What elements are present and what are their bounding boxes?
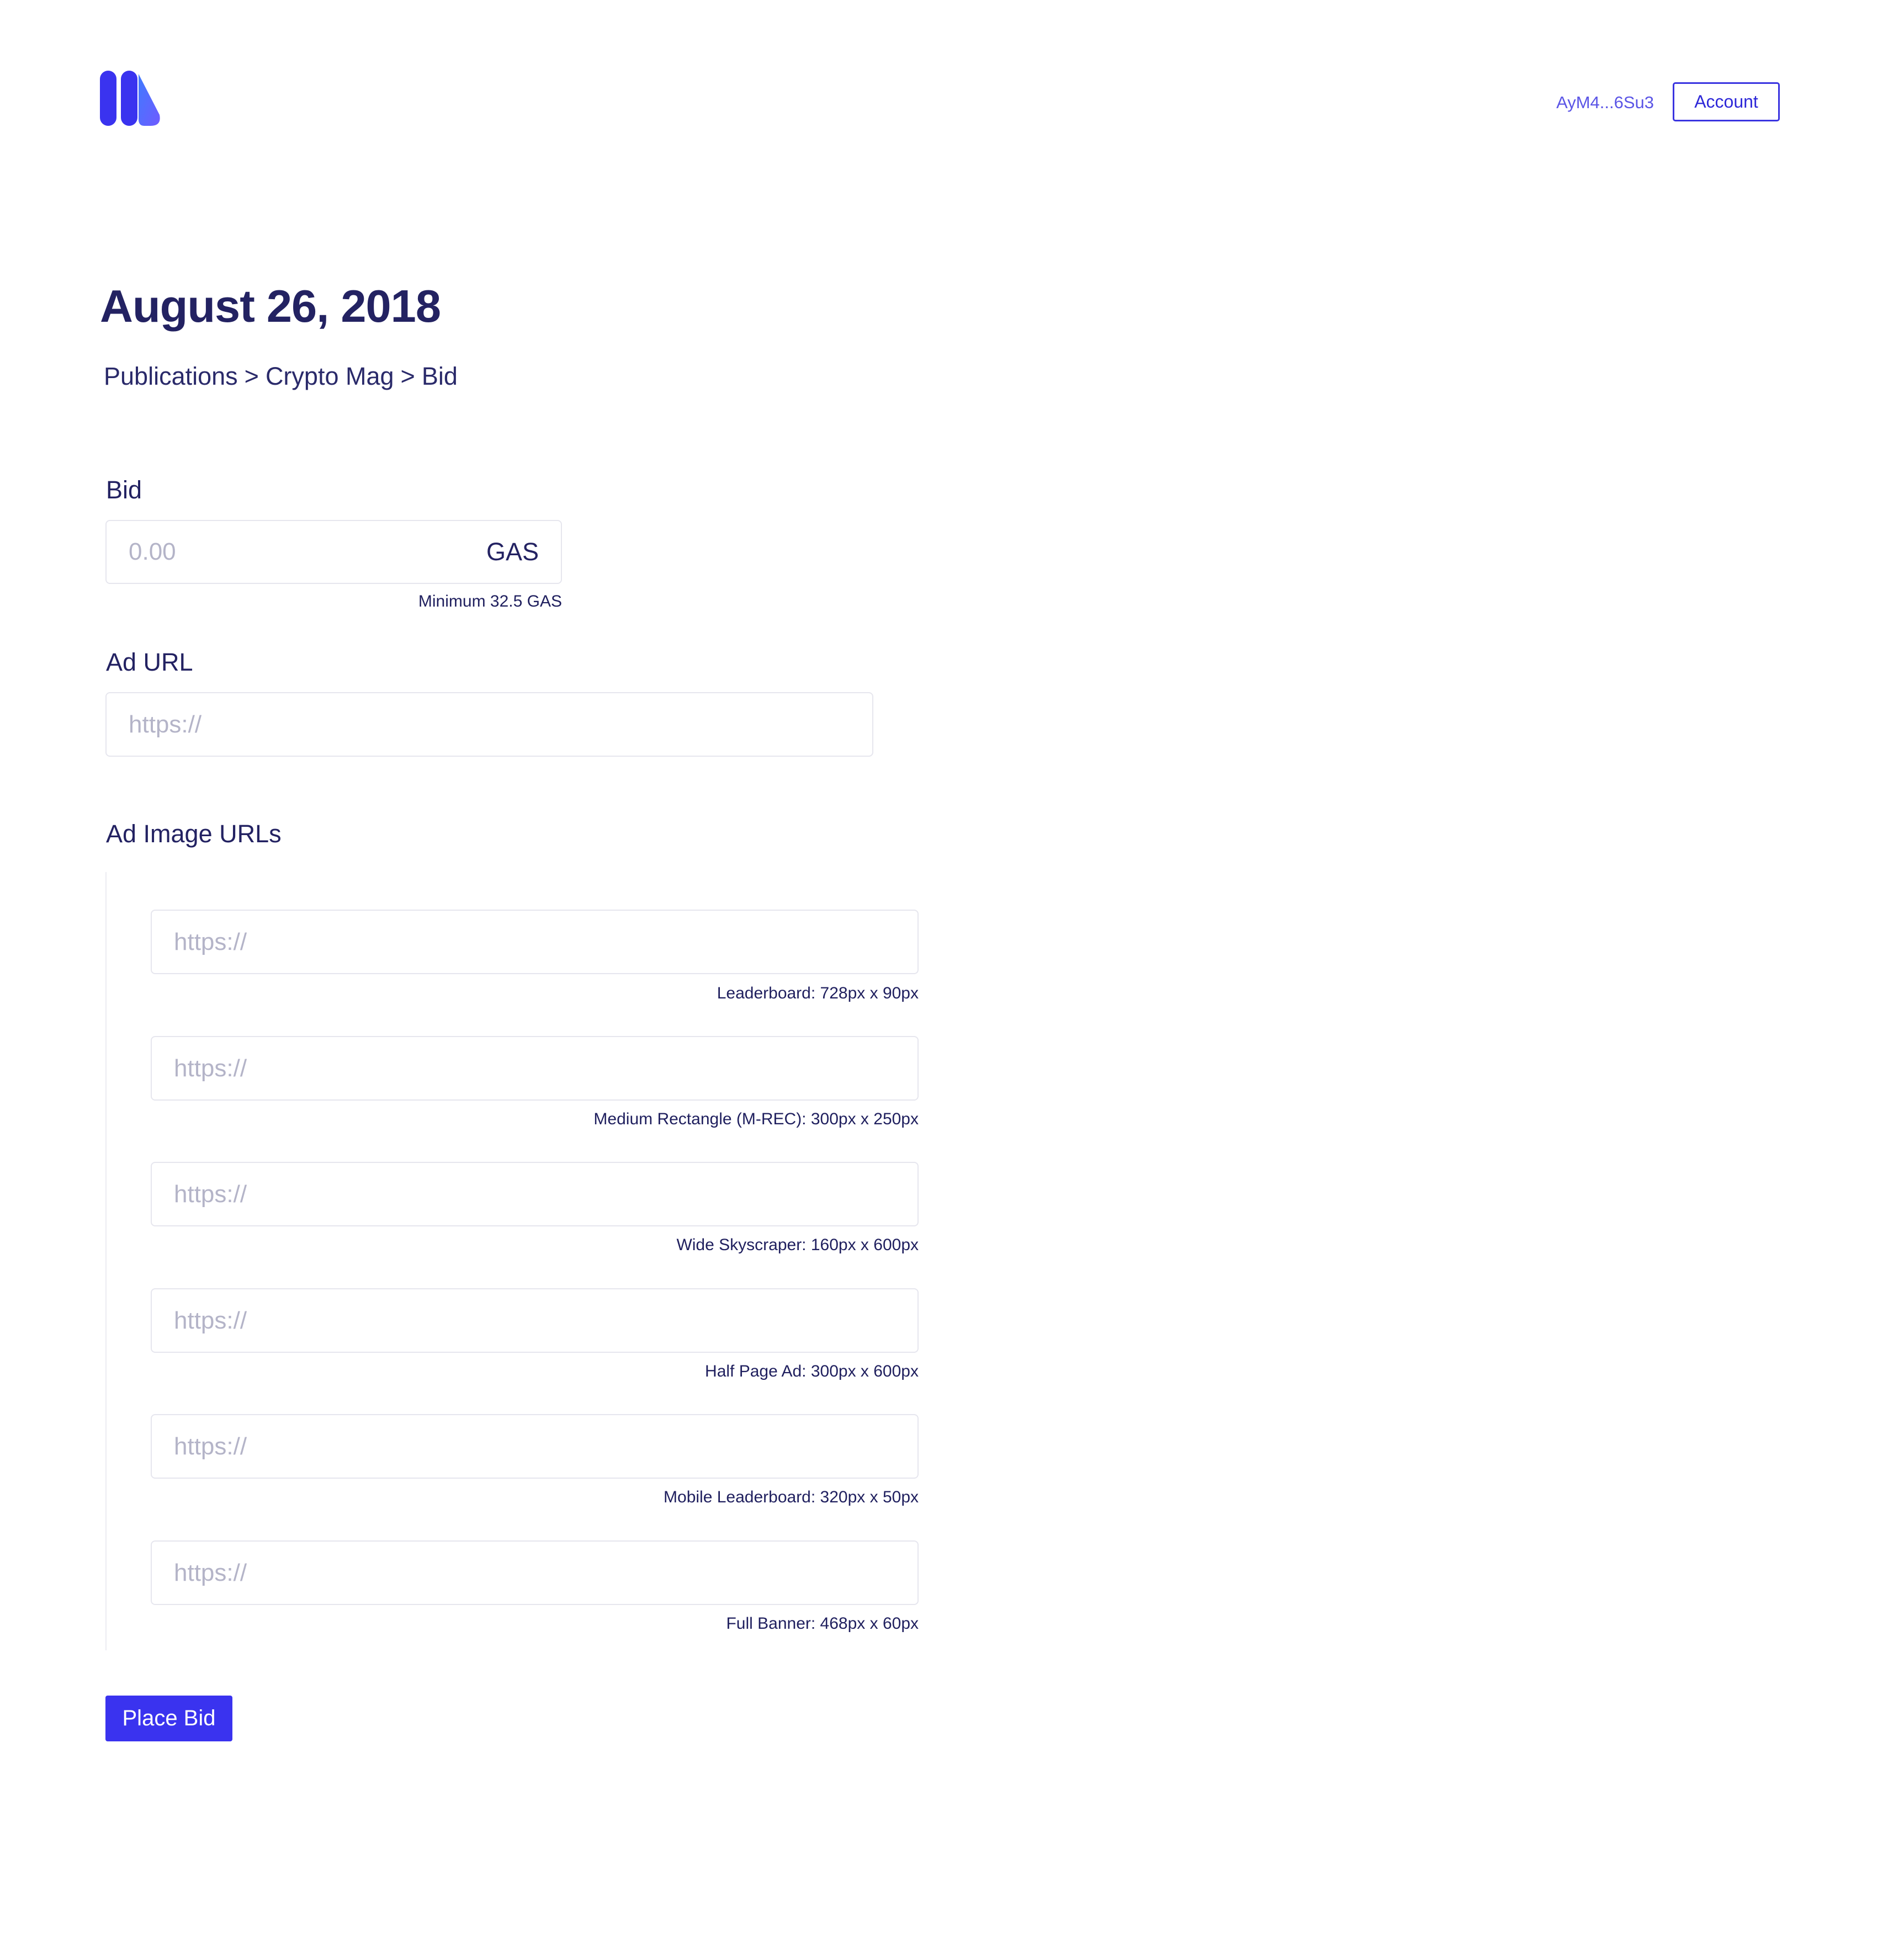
image-url-field-mobile-leaderboard — [151, 1414, 919, 1479]
ad-url-label: Ad URL — [106, 648, 193, 676]
image-url-input-full-banner[interactable] — [174, 1542, 892, 1604]
brand-logo-icon[interactable] — [100, 71, 162, 126]
breadcrumb: Publications > Crypto Mag > Bid — [104, 360, 458, 393]
image-size-hint-mobile-leaderboard: Mobile Leaderboard: 320px x 50px — [664, 1488, 919, 1506]
breadcrumb-separator: > — [244, 362, 259, 390]
image-group-divider — [105, 872, 107, 1650]
image-url-input-leaderboard[interactable] — [174, 911, 892, 973]
currency-label: GAS — [486, 538, 539, 566]
image-url-input-medium-rectangle[interactable] — [174, 1037, 892, 1099]
image-url-field-full-banner — [151, 1540, 919, 1605]
image-size-hint-medium-rectangle: Medium Rectangle (M-REC): 300px x 250px — [593, 1110, 919, 1128]
place-bid-button[interactable]: Place Bid — [105, 1696, 232, 1741]
bid-label: Bid — [106, 476, 142, 504]
ad-image-urls-label: Ad Image URLs — [106, 820, 282, 848]
bid-field: GAS — [105, 520, 562, 584]
image-url-input-mobile-leaderboard[interactable] — [174, 1415, 892, 1478]
image-size-hint-full-banner: Full Banner: 468px x 60px — [726, 1614, 919, 1633]
image-url-field-half-page — [151, 1288, 919, 1353]
image-url-input-wide-skyscraper[interactable] — [174, 1163, 892, 1225]
image-url-field-leaderboard — [151, 910, 919, 974]
ad-url-field — [105, 692, 873, 757]
image-size-hint-leaderboard: Leaderboard: 728px x 90px — [717, 984, 919, 1002]
bid-minimum-hint: Minimum 32.5 GAS — [418, 592, 562, 610]
wallet-address: AyM4...6Su3 — [1556, 93, 1654, 112]
image-url-field-wide-skyscraper — [151, 1162, 919, 1226]
breadcrumb-publications[interactable]: Publications — [104, 362, 238, 390]
breadcrumb-crypto-mag[interactable]: Crypto Mag — [266, 362, 394, 390]
image-size-hint-wide-skyscraper: Wide Skyscraper: 160px x 600px — [676, 1236, 919, 1254]
breadcrumb-bid: Bid — [421, 362, 458, 390]
page-title: August 26, 2018 — [100, 280, 441, 332]
image-url-input-half-page[interactable] — [174, 1289, 892, 1352]
breadcrumb-separator: > — [400, 362, 415, 390]
ad-url-input[interactable] — [129, 693, 846, 756]
account-button[interactable]: Account — [1673, 82, 1780, 121]
image-size-hint-half-page: Half Page Ad: 300px x 600px — [705, 1362, 919, 1380]
image-url-field-medium-rectangle — [151, 1036, 919, 1101]
bid-amount-input[interactable] — [129, 521, 460, 583]
